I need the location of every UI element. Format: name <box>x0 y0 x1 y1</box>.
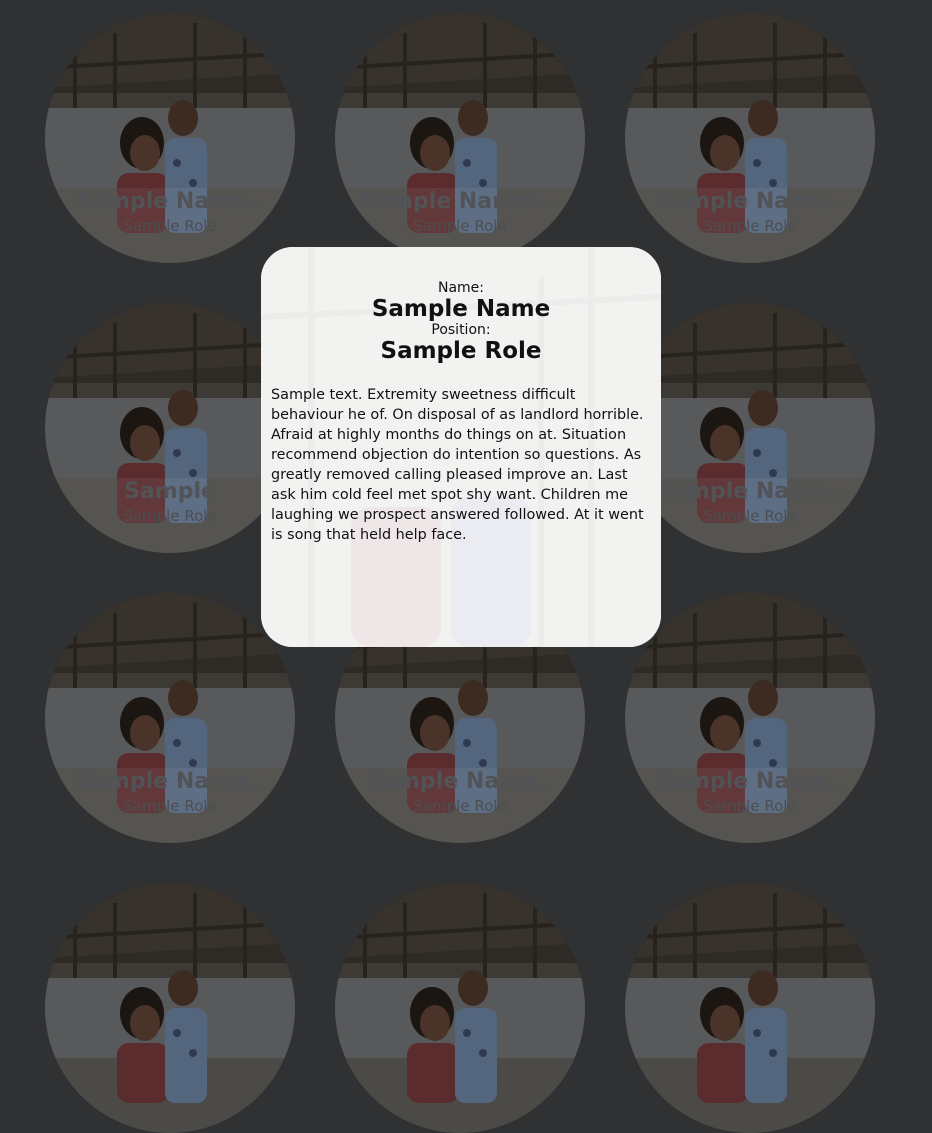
member-bio: Sample text. Extremity sweetness difficu… <box>271 387 644 543</box>
team-card[interactable]: Sample NameL.. Sample Role <box>335 13 585 263</box>
member-role: Sample Role <box>413 797 507 815</box>
team-card[interactable]: Sample Name.. Sample Role <box>45 593 295 843</box>
member-name: Sample Name.. <box>656 189 844 214</box>
position-label: Position: <box>431 322 491 338</box>
member-photo <box>335 883 585 1133</box>
team-card[interactable] <box>625 883 875 1133</box>
modal-content: Name: Sample Name Position: Sample Role … <box>261 247 661 647</box>
member-role: Sample Role <box>703 217 797 235</box>
team-card[interactable] <box>335 883 585 1133</box>
team-card[interactable] <box>45 883 295 1133</box>
member-role: Sample Role <box>703 507 797 525</box>
member-name: Sample <box>124 479 216 504</box>
name-label: Name: <box>437 280 485 296</box>
team-card[interactable]: Sample Name.. Sample Role <box>625 13 875 263</box>
member-role: Sample Role <box>703 797 797 815</box>
team-card[interactable]: Sample Name.. Sample Role <box>45 13 295 263</box>
member-name: Sample Name.. <box>76 769 264 794</box>
member-name: Sample NameL.. <box>359 189 561 214</box>
member-role: Sample Role <box>123 217 217 235</box>
modal-member-name: Sample Name <box>371 296 551 322</box>
member-role: Sample Role <box>123 797 217 815</box>
member-role: Sample Role <box>413 217 507 235</box>
member-detail-modal[interactable]: Name: Sample Name Position: Sample Role … <box>261 247 661 647</box>
member-name: Sample Name.. <box>656 769 844 794</box>
team-card[interactable]: Sample Name.. Sample Role <box>625 303 875 553</box>
team-card[interactable]: Sample Name.. Sample Role <box>625 593 875 843</box>
member-role: Sample Role <box>123 507 217 525</box>
member-photo <box>625 883 875 1133</box>
modal-member-role: Sample Role <box>380 338 542 364</box>
member-photo <box>45 883 295 1133</box>
member-name: Sample Name.. <box>366 769 554 794</box>
team-card[interactable]: Sample Sample Role <box>45 303 295 553</box>
member-name: Sample Name.. <box>76 189 264 214</box>
member-name: Sample Name.. <box>656 479 844 504</box>
